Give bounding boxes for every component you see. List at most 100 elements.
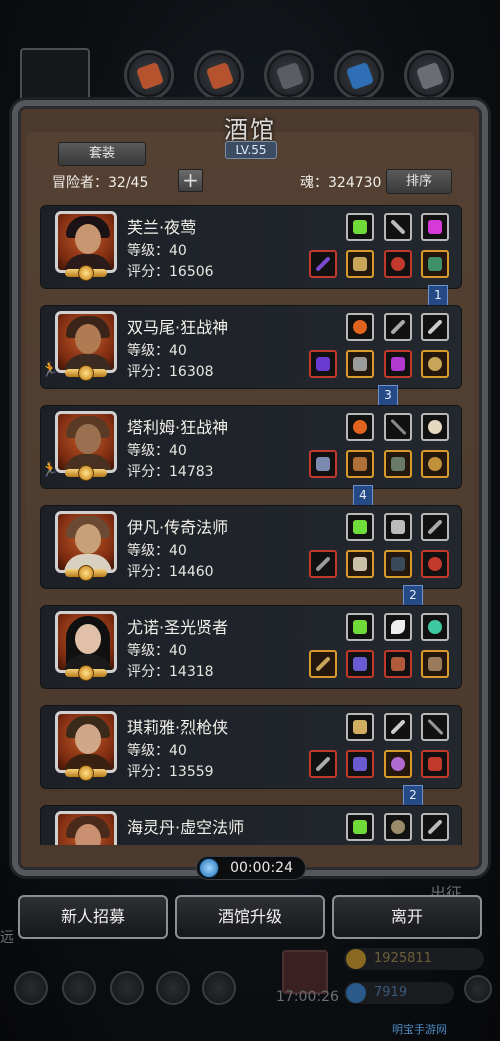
menu-circle-icon[interactable]: [202, 971, 236, 1005]
equip-hat-icon[interactable]: [384, 650, 412, 678]
equip-staff-icon[interactable]: [309, 650, 337, 678]
add-slot-button[interactable]: +: [178, 169, 203, 192]
equip-wand-icon[interactable]: [309, 550, 337, 578]
hero-portrait: [55, 511, 117, 573]
equip-gauntlet-icon[interactable]: [421, 750, 449, 778]
equip-bow-icon[interactable]: [346, 713, 374, 741]
tab-anvil-icon[interactable]: [404, 50, 454, 100]
hero-portrait: [55, 611, 117, 673]
hero-level: 等级：40: [127, 443, 187, 459]
menu-circle-icon[interactable]: [110, 971, 144, 1005]
equip-axe-icon[interactable]: [309, 350, 337, 378]
settings-icon[interactable]: [464, 975, 492, 1003]
tab-armor-icon[interactable]: [194, 50, 244, 100]
equip-dagger-icon[interactable]: [384, 213, 412, 241]
chest-icon[interactable]: [282, 950, 328, 994]
running-figure-icon: 🏃: [41, 462, 59, 478]
equip-spear-icon[interactable]: [384, 413, 412, 441]
equip-star-icon[interactable]: [421, 450, 449, 478]
equip-potion-icon[interactable]: [421, 550, 449, 578]
equip-spear-icon[interactable]: [421, 713, 449, 741]
equip-helm-icon[interactable]: [384, 450, 412, 478]
equip-amulet-icon[interactable]: [421, 350, 449, 378]
equip-lamp-icon[interactable]: [346, 613, 374, 641]
equip-blade-icon[interactable]: [384, 313, 412, 341]
hero-list[interactable]: 芙兰·夜莺 等级：40 评分：16506 1 🏃 双马尾·狂战神 等级：40 评…: [40, 205, 462, 845]
equip-boot-icon[interactable]: [421, 250, 449, 278]
menu-circle-icon[interactable]: [62, 971, 96, 1005]
hero-card[interactable]: 琪莉雅·烈枪侠 等级：40 评分：13559: [40, 705, 462, 789]
hero-level: 等级：40: [127, 643, 187, 659]
equip-glove-icon[interactable]: [346, 750, 374, 778]
refresh-timer: 00:00:24: [196, 856, 306, 880]
hero-portrait: [55, 811, 117, 845]
hero-card[interactable]: 芙兰·夜莺 等级：40 评分：16506: [40, 205, 462, 289]
hero-card[interactable]: 尤诺·圣光贤者 等级：40 评分：14318: [40, 605, 462, 689]
equip-lance-icon[interactable]: [309, 750, 337, 778]
chest-timer: 17:00:26: [276, 989, 339, 1005]
hero-name: 塔利姆·狂战神: [127, 418, 229, 437]
equip-mask-icon[interactable]: [421, 650, 449, 678]
page-title: 酒馆: [224, 116, 276, 144]
tavern-screen: 酒馆 LV.55 套装 冒险者：32/45 + 魂：324730 排序 芙兰·夜…: [0, 0, 500, 1041]
equip-chest-icon[interactable]: [346, 350, 374, 378]
hero-portrait: [55, 211, 117, 273]
hero-score: 评分：14460: [127, 564, 214, 580]
upgrade-tavern-button[interactable]: 酒馆升级: [175, 895, 325, 939]
hero-card[interactable]: 伊凡·传奇法师 等级：40 评分：14460: [40, 505, 462, 589]
set-button[interactable]: 套装: [58, 142, 146, 166]
hero-score: 评分：14783: [127, 464, 214, 480]
equip-helm-icon[interactable]: [346, 550, 374, 578]
equip-blade-icon[interactable]: [384, 713, 412, 741]
hero-name: 双马尾·狂战神: [127, 318, 229, 337]
hero-card[interactable]: 🏃 塔利姆·狂战神 等级：40 评分：14783: [40, 405, 462, 489]
equip-eye-icon[interactable]: [384, 250, 412, 278]
equip-staff-icon[interactable]: [309, 250, 337, 278]
hero-card[interactable]: 海灵丹·虚空法师: [40, 805, 462, 845]
equip-lamp-icon[interactable]: [346, 513, 374, 541]
coin-icon: [346, 949, 366, 969]
equip-bracelet-icon[interactable]: [384, 813, 412, 841]
equip-armor-icon[interactable]: [384, 350, 412, 378]
equip-lamp-icon[interactable]: [346, 213, 374, 241]
hero-name: 尤诺·圣光贤者: [127, 618, 229, 637]
hero-name: 伊凡·传奇法师: [127, 518, 229, 537]
sort-button[interactable]: 排序: [386, 169, 452, 194]
equip-cloak-icon[interactable]: [384, 550, 412, 578]
equip-emblem-icon[interactable]: [384, 513, 412, 541]
adventurer-count: 冒险者：32/45: [52, 175, 149, 191]
hero-portrait: [55, 411, 117, 473]
rank-medal-icon: [65, 665, 107, 681]
equip-armor-icon[interactable]: [346, 450, 374, 478]
equip-jade-icon[interactable]: [421, 613, 449, 641]
hero-score: 评分：14318: [127, 664, 214, 680]
selected-tab[interactable]: [20, 48, 90, 108]
equip-helm-icon[interactable]: [346, 250, 374, 278]
equip-flame-icon[interactable]: [346, 413, 374, 441]
equip-skull-icon[interactable]: [421, 413, 449, 441]
tab-axe-icon[interactable]: [124, 50, 174, 100]
equip-feather-icon[interactable]: [384, 613, 412, 641]
equip-axe-icon[interactable]: [309, 450, 337, 478]
gem-resource: 7919: [344, 982, 454, 1004]
leave-button[interactable]: 离开: [332, 895, 482, 939]
hero-card[interactable]: 🏃 双马尾·狂战神 等级：40 评分：16308: [40, 305, 462, 389]
gem-icon: [346, 983, 366, 1003]
menu-circle-icon[interactable]: [156, 971, 190, 1005]
equip-dagger-icon[interactable]: [421, 513, 449, 541]
running-figure-icon: 🏃: [41, 362, 59, 378]
clock-icon: [199, 858, 219, 878]
equip-lamp-icon[interactable]: [346, 813, 374, 841]
equip-dagger-icon[interactable]: [421, 813, 449, 841]
menu-circle-icon[interactable]: [14, 971, 48, 1005]
tab-scroll-icon[interactable]: [264, 50, 314, 100]
tab-blue-icon[interactable]: [334, 50, 384, 100]
equip-flame-icon[interactable]: [346, 313, 374, 341]
hero-portrait: [55, 311, 117, 373]
equip-gem-icon[interactable]: [421, 213, 449, 241]
equip-ring-icon[interactable]: [384, 750, 412, 778]
equip-glove-icon[interactable]: [346, 650, 374, 678]
equip-sword-icon[interactable]: [421, 313, 449, 341]
recruit-button[interactable]: 新人招募: [18, 895, 168, 939]
soul-count: 魂：324730: [300, 175, 382, 191]
